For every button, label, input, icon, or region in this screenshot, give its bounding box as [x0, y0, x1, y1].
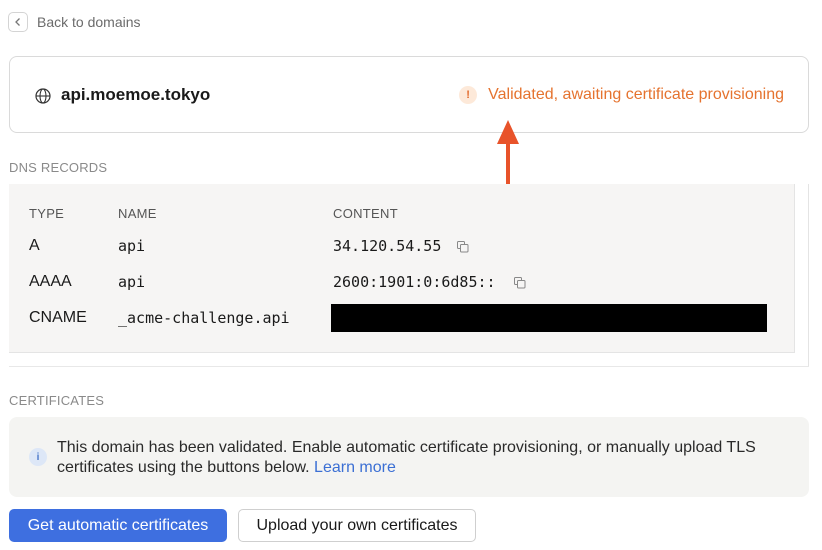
record-type: CNAME: [29, 309, 87, 326]
column-header-type: TYPE: [29, 206, 65, 221]
record-content: 2600:1901:0:6d85::: [333, 273, 496, 291]
status-text: Validated, awaiting certificate provisio…: [488, 86, 784, 103]
domain-name: api.moemoe.tokyo: [61, 85, 211, 104]
dns-panel-edge: [795, 184, 809, 366]
column-header-content: CONTENT: [333, 206, 398, 221]
domain-status: ! Validated, awaiting certificate provis…: [459, 86, 784, 104]
domain-card: api.moemoe.tokyo ! Validated, awaiting c…: [9, 56, 809, 133]
back-link-label: Back to domains: [37, 14, 141, 30]
dns-divider: [9, 366, 809, 367]
record-name: api: [118, 237, 146, 255]
info-icon: i: [29, 448, 47, 466]
copy-icon[interactable]: [457, 241, 469, 253]
certificates-message: This domain has been validated. Enable a…: [57, 438, 787, 478]
column-header-name: NAME: [118, 206, 157, 221]
back-to-domains-link[interactable]: Back to domains: [8, 11, 141, 33]
chevron-left-icon: [8, 12, 28, 32]
warning-icon: !: [459, 86, 478, 104]
dns-records-heading: DNS RECORDS: [9, 160, 108, 175]
certificates-info-box: i This domain has been validated. Enable…: [9, 417, 809, 497]
learn-more-link[interactable]: Learn more: [314, 459, 396, 476]
record-name: _acme-challenge.api: [118, 309, 290, 327]
redacted-content: [331, 304, 767, 332]
certificates-message-text: This domain has been validated. Enable a…: [57, 439, 756, 476]
dns-records-table: TYPE NAME CONTENT A api 34.120.54.55 AAA…: [9, 184, 795, 353]
record-type: AAAA: [29, 273, 72, 290]
record-content: 34.120.54.55: [333, 237, 442, 255]
globe-icon: [35, 88, 51, 104]
record-type: A: [29, 237, 40, 254]
get-automatic-certificates-button[interactable]: Get automatic certificates: [9, 509, 227, 542]
upload-certificates-button[interactable]: Upload your own certificates: [238, 509, 476, 542]
copy-icon[interactable]: [514, 277, 526, 289]
record-name: api: [118, 273, 146, 291]
certificates-heading: CERTIFICATES: [9, 393, 105, 408]
